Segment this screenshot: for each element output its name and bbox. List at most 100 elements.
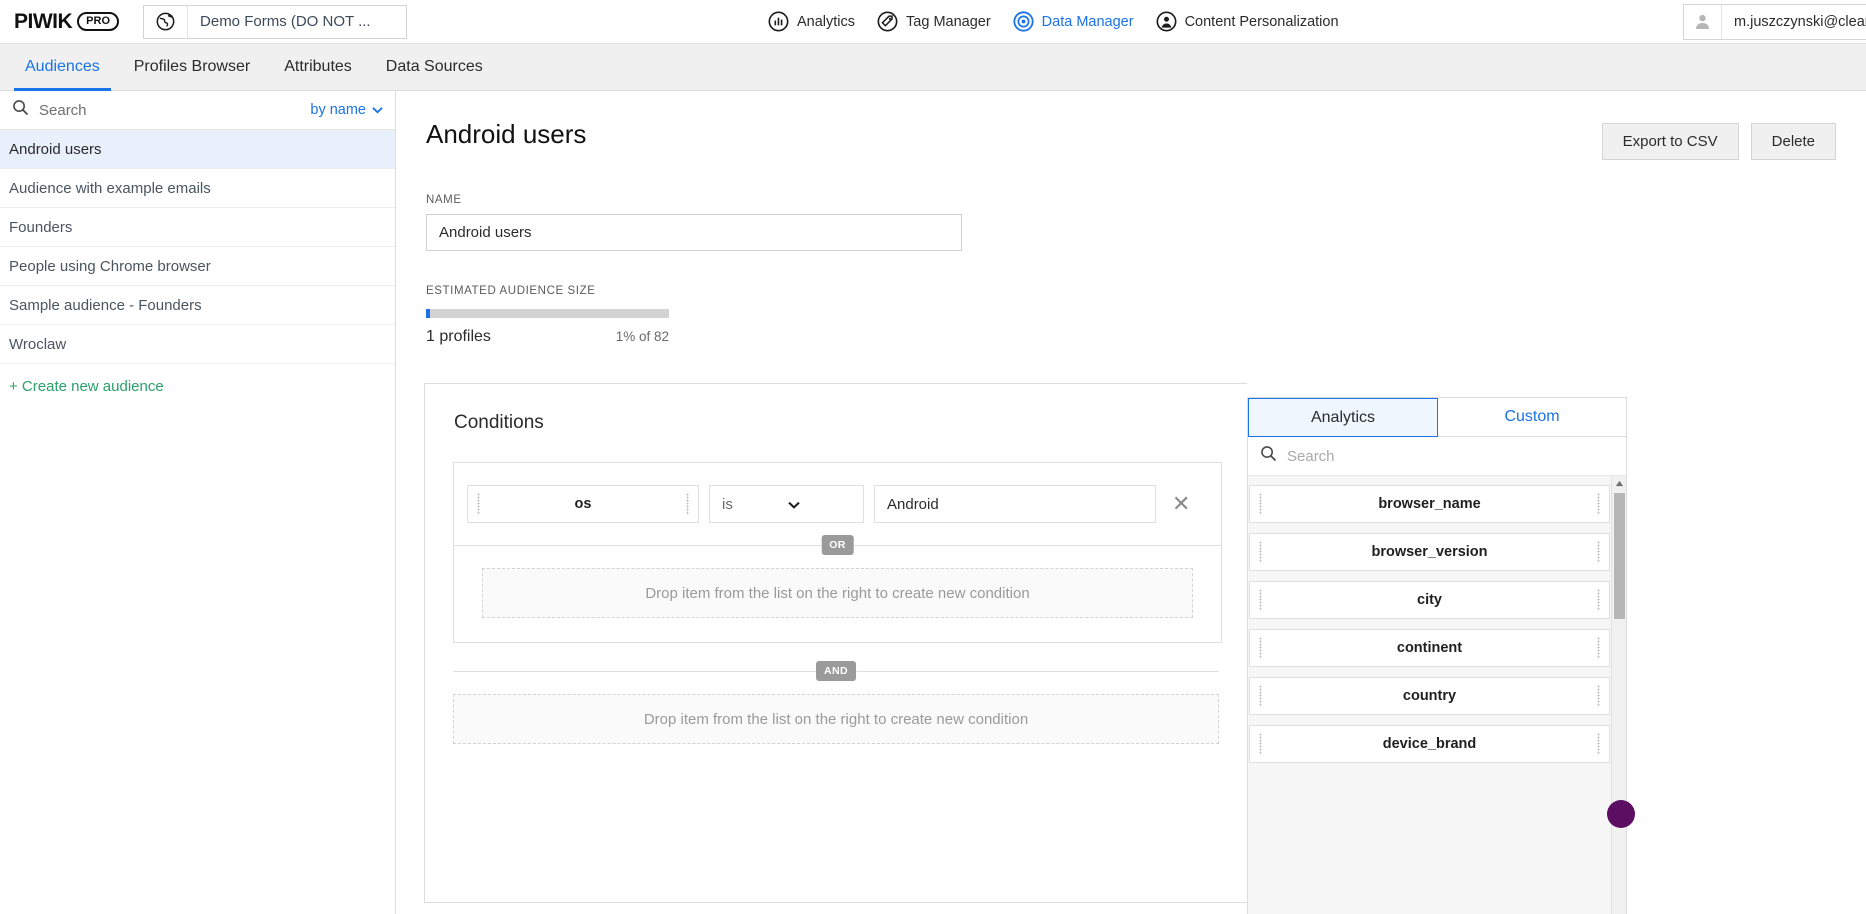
nav-analytics-label: Analytics [797, 14, 855, 30]
attribute-item-label: continent [1397, 640, 1462, 656]
estimate-bar-wrap [396, 297, 1866, 318]
chevron-down-icon [372, 102, 383, 118]
tab-analytics-attributes-label: Analytics [1311, 409, 1375, 427]
scrollbar-thumb[interactable] [1614, 493, 1625, 619]
caret-up-icon[interactable] [1612, 476, 1626, 491]
attribute-panel: Analytics Custom [1247, 397, 1627, 914]
nav-data-manager[interactable]: Data Manager [1013, 11, 1134, 32]
drag-handle-icon[interactable] [1597, 493, 1600, 515]
close-icon[interactable]: ✕ [1166, 493, 1196, 515]
product-nav: Analytics Tag Manager Data Manager [768, 11, 1339, 32]
drag-handle-icon[interactable] [1597, 685, 1600, 707]
tab-audiences[interactable]: Audiences [8, 44, 117, 90]
condition-value-input[interactable] [874, 485, 1156, 523]
attribute-item-browser-version[interactable]: browser_version [1249, 533, 1610, 571]
drag-handle-icon[interactable] [1597, 541, 1600, 563]
site-selector[interactable]: Demo Forms (DO NOT ... [143, 5, 407, 39]
tab-profiles-browser[interactable]: Profiles Browser [117, 44, 267, 90]
estimated-audience-size-label: ESTIMATED AUDIENCE SIZE [396, 251, 1866, 297]
attribute-search-input[interactable] [1287, 448, 1614, 465]
sidebar-item-wroclaw[interactable]: Wroclaw [0, 325, 395, 364]
attribute-item-device-brand[interactable]: device_brand [1249, 725, 1610, 763]
condition-attribute-label: os [575, 496, 592, 512]
user-email: m.juszczynski@clearcod [1722, 14, 1866, 30]
outer-dropzone[interactable]: Drop item from the list on the right to … [453, 694, 1219, 744]
condition-row: os is ✕ [454, 463, 1221, 545]
drag-handle-icon[interactable] [1597, 589, 1600, 611]
tab-attributes[interactable]: Attributes [267, 44, 369, 90]
create-new-audience-link[interactable]: + Create new audience [0, 364, 395, 395]
section-tabs: Audiences Profiles Browser Attributes Da… [0, 44, 1866, 91]
site-name: Demo Forms (DO NOT ... [188, 13, 383, 30]
sort-by-name-dropdown[interactable]: by name [310, 102, 383, 118]
sidebar-item-sample-audience-founders[interactable]: Sample audience - Founders [0, 286, 395, 325]
drag-handle-icon[interactable] [1597, 733, 1600, 755]
name-field-label: NAME [396, 160, 1866, 206]
drag-handle-icon[interactable] [1259, 493, 1262, 515]
list-item-label: Wroclaw [9, 336, 66, 353]
tab-data-sources[interactable]: Data Sources [369, 44, 500, 90]
attribute-item-browser-name[interactable]: browser_name [1249, 485, 1610, 523]
audience-detail: Android users Export to CSV Delete NAME … [396, 91, 1866, 914]
attribute-list: browser_name browser_version city [1248, 476, 1626, 914]
globe-icon [144, 6, 188, 38]
or-badge: OR [821, 535, 854, 555]
brand-name: PIWIK [14, 10, 72, 34]
nav-tag-manager[interactable]: Tag Manager [877, 11, 991, 32]
sidebar-item-people-using-chrome-browser[interactable]: People using Chrome browser [0, 247, 395, 286]
and-separator: AND [453, 671, 1219, 672]
nav-tag-manager-label: Tag Manager [906, 14, 991, 30]
target-icon [1013, 11, 1034, 32]
tab-custom-attributes-label: Custom [1504, 408, 1559, 426]
brand-badge: PRO [77, 12, 119, 31]
chevron-down-icon [788, 496, 854, 513]
attribute-search-bar [1248, 437, 1626, 476]
drag-handle-icon[interactable] [1259, 637, 1262, 659]
drag-handle-icon[interactable] [1259, 589, 1262, 611]
sort-by-name-label: by name [310, 102, 366, 118]
export-to-csv-button[interactable]: Export to CSV [1602, 123, 1739, 160]
drag-handle-icon[interactable] [1259, 733, 1262, 755]
nav-content-personalization[interactable]: Content Personalization [1156, 11, 1339, 32]
delete-button[interactable]: Delete [1751, 123, 1836, 160]
outer-dropzone-label: Drop item from the list on the right to … [644, 711, 1028, 728]
sidebar-item-audience-with-example-emails[interactable]: Audience with example emails [0, 169, 395, 208]
attribute-item-continent[interactable]: continent [1249, 629, 1610, 667]
tag-icon [877, 11, 898, 32]
sidebar-search-bar: by name [0, 91, 395, 130]
conditions-card: Conditions os is ✕ [424, 383, 1247, 903]
search-input[interactable] [39, 102, 300, 119]
attribute-panel-tabs: Analytics Custom [1248, 398, 1626, 437]
drag-handle-icon[interactable] [686, 493, 689, 515]
drag-handle-icon[interactable] [1259, 541, 1262, 563]
condition-operator-select[interactable]: is [709, 485, 864, 523]
condition-attribute-chip[interactable]: os [467, 485, 699, 523]
tab-custom-attributes[interactable]: Custom [1438, 398, 1626, 437]
drag-handle-icon[interactable] [1259, 685, 1262, 707]
attribute-item-label: browser_version [1371, 544, 1487, 560]
detail-header: Android users Export to CSV Delete [396, 91, 1866, 160]
inner-dropzone[interactable]: Drop item from the list on the right to … [482, 568, 1193, 618]
page-title: Android users [426, 119, 1602, 150]
sidebar-item-founders[interactable]: Founders [0, 208, 395, 247]
estimate-profiles-count: 1 profiles [426, 328, 616, 346]
condition-operator-label: is [722, 496, 788, 513]
attribute-item-city[interactable]: city [1249, 581, 1610, 619]
nav-analytics[interactable]: Analytics [768, 11, 855, 32]
drag-handle-icon[interactable] [477, 493, 480, 515]
attribute-list-scrollbar[interactable] [1611, 476, 1626, 914]
inner-dropzone-label: Drop item from the list on the right to … [645, 585, 1029, 602]
search-icon [1260, 445, 1277, 467]
user-menu[interactable]: m.juszczynski@clearcod [1683, 4, 1866, 40]
top-bar: PIWIK PRO Demo Forms (DO NOT ... Analyti [0, 0, 1866, 44]
list-item-label: Sample audience - Founders [9, 297, 202, 314]
attribute-item-country[interactable]: country [1249, 677, 1610, 715]
audience-name-input[interactable] [426, 214, 962, 251]
chat-widget-icon[interactable] [1607, 800, 1635, 828]
sidebar-item-android-users[interactable]: Android users [0, 130, 395, 169]
attribute-item-label: country [1403, 688, 1456, 704]
tab-analytics-attributes[interactable]: Analytics [1248, 398, 1438, 437]
drag-handle-icon[interactable] [1597, 637, 1600, 659]
attribute-item-label: device_brand [1383, 736, 1477, 752]
piwik-pro-logo[interactable]: PIWIK PRO [0, 10, 137, 34]
